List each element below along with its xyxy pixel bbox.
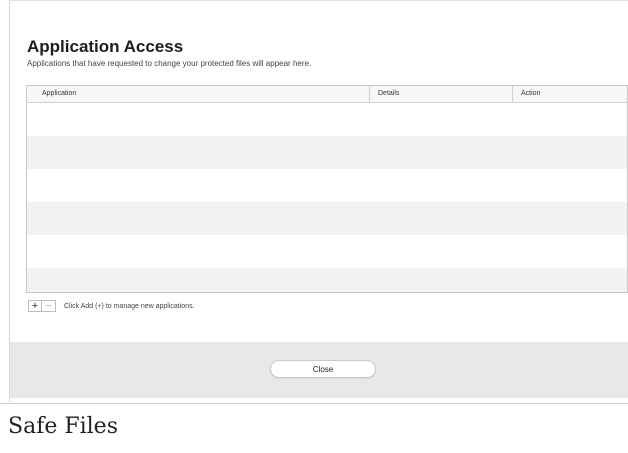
remove-application-button[interactable]: − bbox=[42, 300, 56, 312]
applications-table: Application Details Action bbox=[26, 85, 628, 293]
dialog-footer: Close bbox=[10, 342, 628, 398]
empty-row bbox=[27, 202, 627, 235]
column-header-action[interactable]: Action bbox=[513, 86, 627, 102]
column-header-application[interactable]: Application bbox=[27, 86, 370, 102]
close-button[interactable]: Close bbox=[270, 360, 376, 378]
empty-row bbox=[27, 235, 627, 268]
column-header-details[interactable]: Details bbox=[370, 86, 513, 102]
add-hint-text: Click Add (+) to manage new applications… bbox=[64, 302, 195, 310]
figure-caption: Safe Files bbox=[8, 414, 118, 439]
table-controls: + − Click Add (+) to manage new applicat… bbox=[28, 300, 195, 312]
application-access-dialog: Application Access Applications that hav… bbox=[9, 0, 628, 402]
table-header: Application Details Action bbox=[27, 86, 627, 103]
dialog-title: Application Access bbox=[27, 37, 184, 56]
empty-row bbox=[27, 169, 627, 202]
caption-divider bbox=[0, 403, 628, 404]
empty-row bbox=[27, 268, 627, 292]
empty-row bbox=[27, 103, 627, 136]
empty-row bbox=[27, 136, 627, 169]
add-application-button[interactable]: + bbox=[28, 300, 42, 312]
dialog-subtitle: Applications that have requested to chan… bbox=[27, 59, 312, 68]
